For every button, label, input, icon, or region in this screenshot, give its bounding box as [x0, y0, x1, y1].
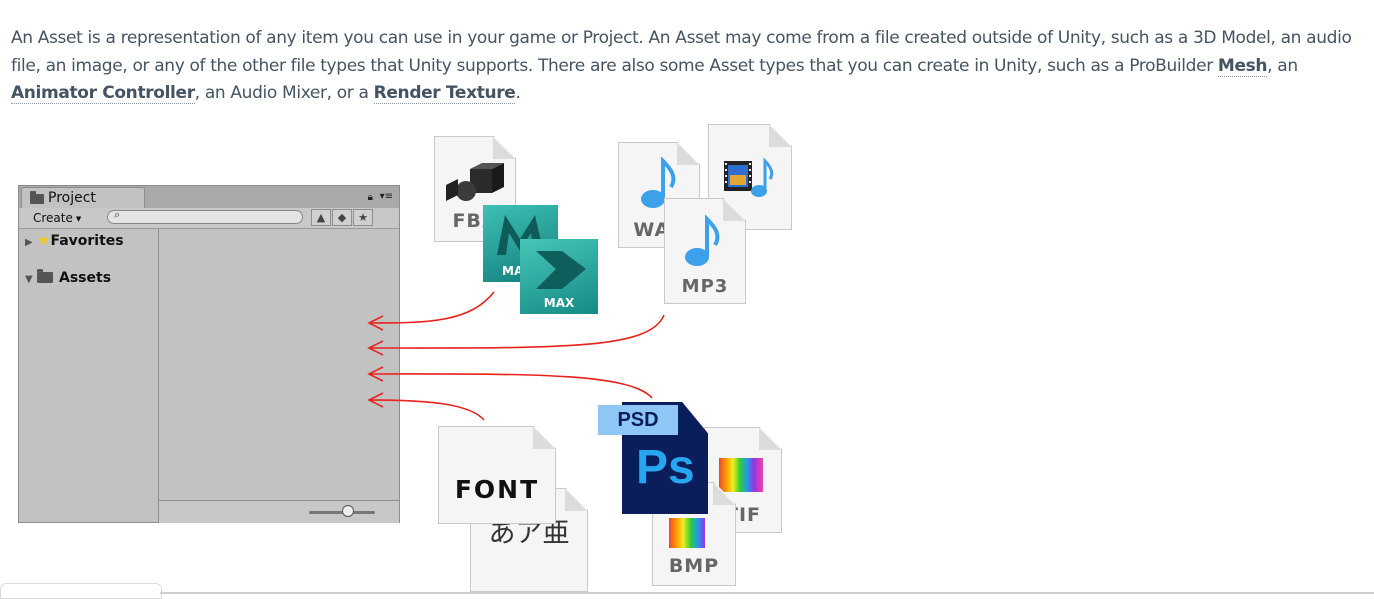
ps-label: Ps — [636, 441, 695, 494]
bottom-divider — [160, 592, 1374, 594]
intro-text-2: , an — [1267, 55, 1298, 76]
arrow-fonts — [369, 399, 485, 421]
bmp-label: BMP — [668, 555, 720, 577]
max-file-icon: MAX — [520, 239, 598, 314]
intro-text-1: An Asset is a representation of any item… — [11, 28, 1352, 76]
color-swatch-icon — [669, 518, 705, 548]
render-texture-link[interactable]: Render Texture — [373, 83, 516, 104]
intro-paragraph: An Asset is a representation of any item… — [11, 25, 1356, 108]
psd-label: PSD — [617, 409, 659, 431]
arrow-audio — [369, 314, 665, 349]
bottom-tab — [0, 583, 162, 599]
font-label: FONT — [454, 475, 540, 504]
asset-import-diagram: Project 🔒︎ ▾≡ Create ▼ ⌕ ▲ ◆ ★ ▶ ★Favorite… — [0, 110, 1374, 595]
mp3-label: MP3 — [681, 276, 729, 297]
music-note-icon — [683, 215, 723, 267]
font-file-icon: FONT — [438, 426, 556, 524]
color-swatch-icon — [719, 458, 763, 492]
intro-text-3: , an Audio Mixer, or a — [194, 83, 374, 103]
arrow-images — [369, 373, 653, 399]
arrow-3d-models — [369, 291, 495, 324]
3d-shapes-icon — [446, 161, 506, 205]
intro-text-4: . — [515, 83, 521, 103]
film-music-icon — [724, 157, 774, 199]
mp3-file-icon: MP3 — [664, 198, 746, 304]
max-label: MAX — [543, 296, 575, 310]
mesh-link[interactable]: Mesh — [1217, 55, 1268, 77]
max-logo-icon — [536, 251, 586, 289]
psd-badge: PSD — [598, 405, 678, 435]
animator-controller-link[interactable]: Animator Controller — [11, 83, 195, 104]
